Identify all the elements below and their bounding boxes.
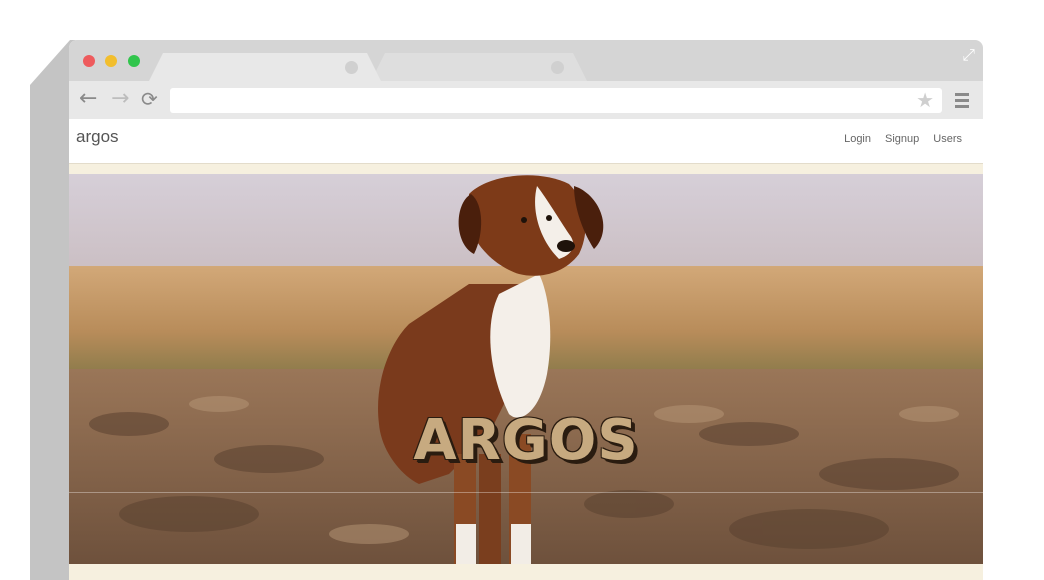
- browser-tab-active[interactable]: [149, 53, 381, 81]
- hero-title: ARGOS: [413, 408, 639, 473]
- star-icon[interactable]: ★: [916, 90, 934, 110]
- site-navbar: argos Login Signup Users: [69, 119, 983, 164]
- browser-toolbar: ← → ⟳ ★: [69, 81, 983, 119]
- arrow-left-icon[interactable]: ←: [79, 88, 97, 110]
- site-brand[interactable]: argos: [76, 127, 119, 147]
- nav-links: Login Signup Users: [844, 133, 962, 145]
- browser-window: ⤢ ← → ⟳ ★ argos Login Signup Users ARGOS: [69, 40, 983, 580]
- hero-dog-image: [69, 174, 983, 564]
- reload-icon[interactable]: ⟳: [141, 88, 158, 110]
- hero-divider-line: [69, 492, 983, 493]
- close-window-button[interactable]: [83, 55, 95, 67]
- hamburger-menu-icon[interactable]: [955, 93, 969, 111]
- maximize-window-button[interactable]: [128, 55, 140, 67]
- tab-close-icon[interactable]: [551, 61, 564, 74]
- address-bar[interactable]: ★: [170, 88, 942, 113]
- browser-tab-bar: ⤢: [69, 40, 983, 81]
- nav-login-link[interactable]: Login: [844, 133, 871, 145]
- arrow-right-icon[interactable]: →: [111, 88, 129, 110]
- tab-close-icon[interactable]: [345, 61, 358, 74]
- hero-bottom-strip: [69, 564, 983, 580]
- nav-divider-strip: [69, 164, 983, 174]
- nav-signup-link[interactable]: Signup: [885, 133, 919, 145]
- nav-users-link[interactable]: Users: [933, 133, 962, 145]
- browser-tab-inactive[interactable]: [371, 53, 587, 81]
- hero-banner: ARGOS: [69, 174, 983, 564]
- expand-icon[interactable]: ⤢: [962, 48, 975, 64]
- minimize-window-button[interactable]: [105, 55, 117, 67]
